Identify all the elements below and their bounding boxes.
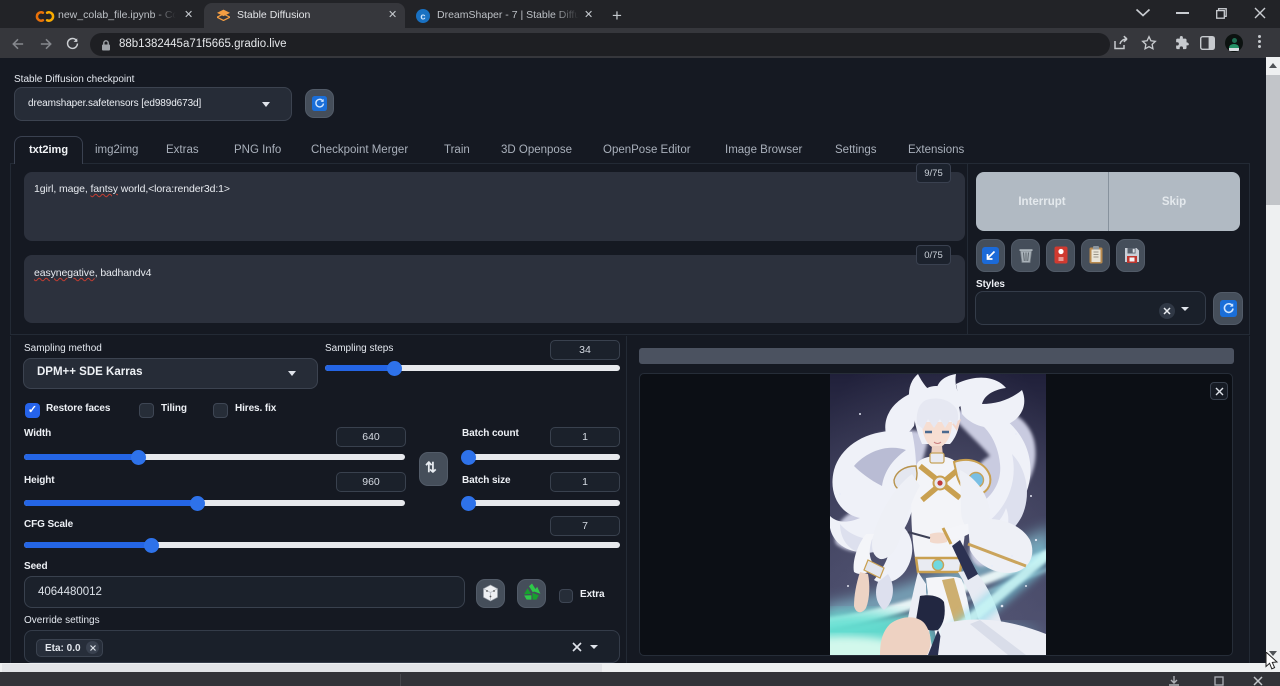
svg-text:c: c — [420, 11, 425, 21]
